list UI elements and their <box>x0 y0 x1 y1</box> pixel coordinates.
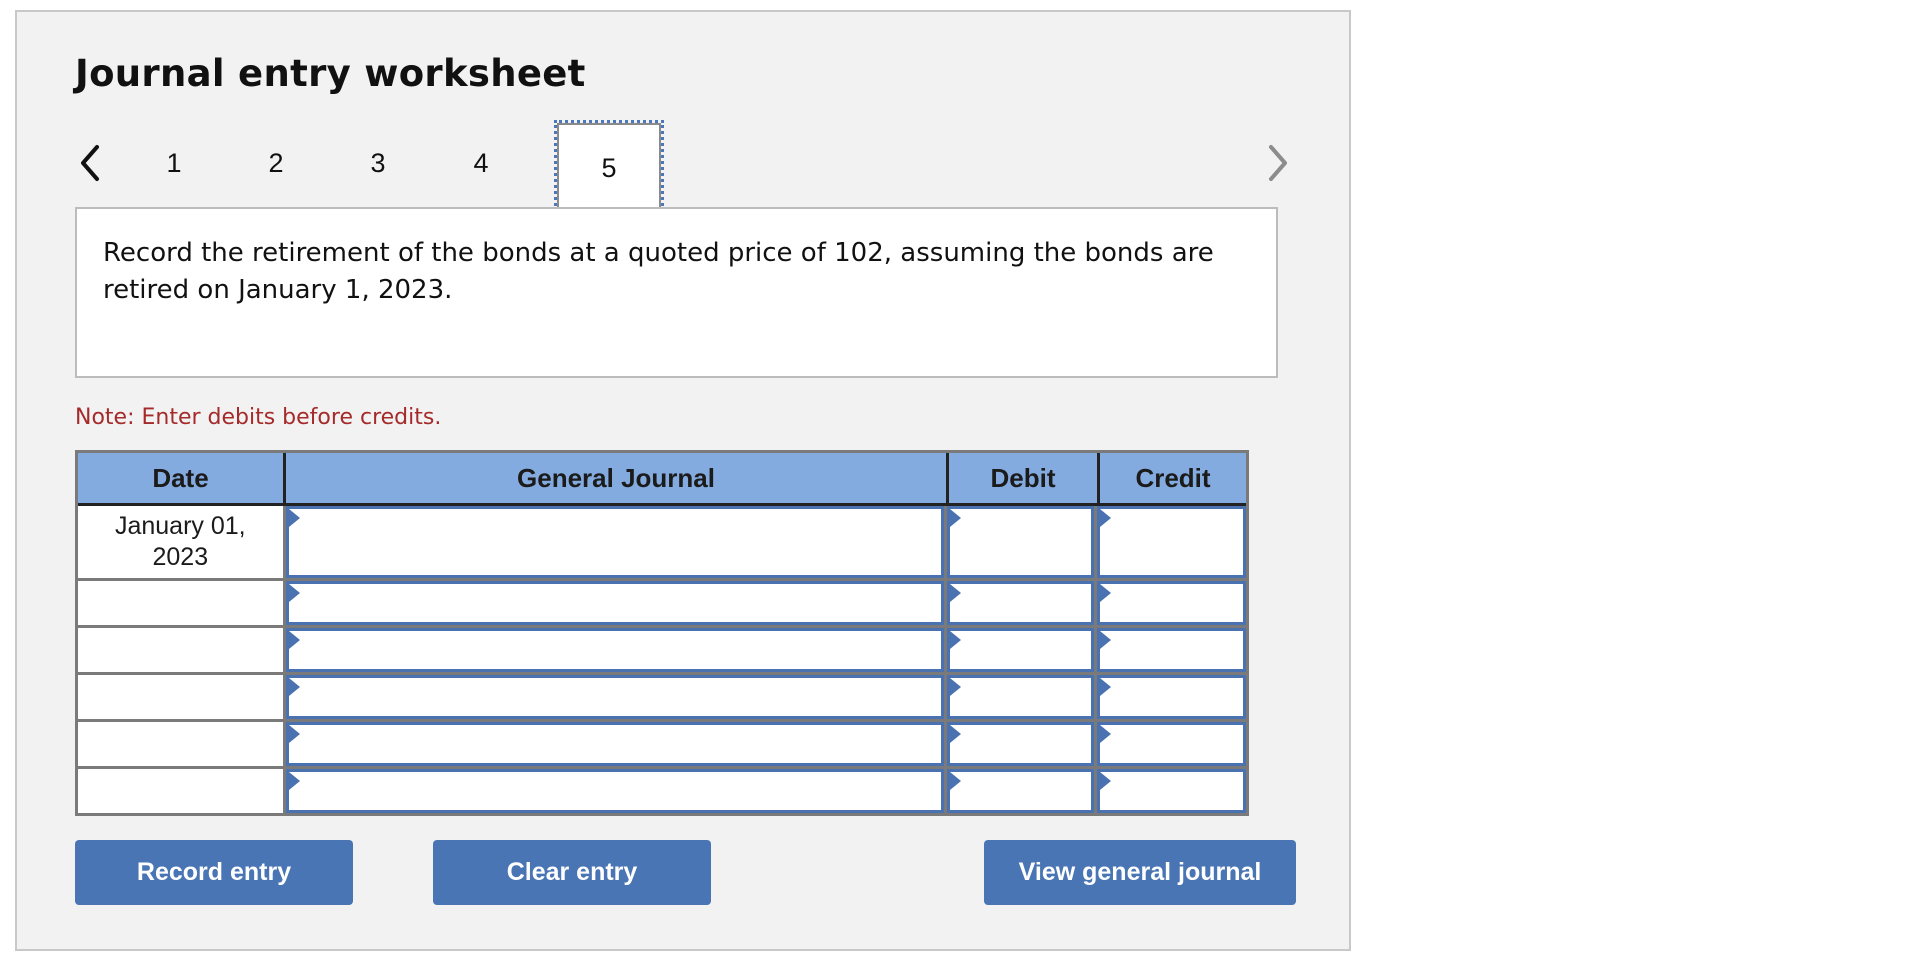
header-credit: Credit <box>1097 453 1246 503</box>
debit-input[interactable] <box>946 506 1095 578</box>
journal-table: Date General Journal Debit Credit Januar… <box>75 450 1249 816</box>
cell-indicator-icon <box>288 631 300 649</box>
cell-indicator-icon <box>949 509 961 527</box>
table-row <box>78 766 1247 813</box>
cell-indicator-icon <box>949 631 961 649</box>
cell-indicator-icon <box>288 509 300 527</box>
chevron-left-icon <box>81 145 99 181</box>
cell-indicator-icon <box>1100 772 1112 790</box>
cell-indicator-icon <box>288 584 300 602</box>
step-2-tab[interactable]: 2 <box>246 133 306 193</box>
account-input[interactable] <box>285 628 944 672</box>
date-cell: January 01, 2023 <box>78 506 283 578</box>
cell-indicator-icon <box>1100 678 1112 696</box>
journal-entry-worksheet-panel: Journal entry worksheet 1 2 3 4 5 Record… <box>15 10 1351 951</box>
debit-input[interactable] <box>946 769 1095 813</box>
header-date: Date <box>152 462 209 493</box>
cell-indicator-icon <box>949 584 961 602</box>
chevron-right-icon <box>1269 145 1287 181</box>
table-row <box>78 672 1247 719</box>
date-cell <box>78 581 283 625</box>
header-debit: Debit <box>946 453 1097 503</box>
cell-indicator-icon <box>288 772 300 790</box>
step-1-tab[interactable]: 1 <box>144 133 204 193</box>
cell-indicator-icon <box>949 772 961 790</box>
account-input[interactable] <box>285 769 944 813</box>
cell-indicator-icon <box>288 678 300 696</box>
table-row <box>78 578 1247 625</box>
table-header: Date General Journal Debit Credit <box>78 453 1246 506</box>
date-cell <box>78 722 283 766</box>
cell-indicator-icon <box>1100 509 1112 527</box>
step-4-tab[interactable]: 4 <box>451 133 511 193</box>
view-general-journal-button[interactable]: View general journal <box>984 840 1296 905</box>
table-row <box>78 719 1247 766</box>
debit-input[interactable] <box>946 581 1095 625</box>
cell-indicator-icon <box>949 725 961 743</box>
account-input[interactable] <box>285 506 944 578</box>
credit-input[interactable] <box>1097 722 1247 766</box>
step-3-tab[interactable]: 3 <box>348 133 408 193</box>
header-general-journal: General Journal <box>283 453 946 503</box>
date-cell <box>78 769 283 813</box>
prev-step-button[interactable] <box>75 141 105 185</box>
cell-indicator-icon <box>288 725 300 743</box>
debit-input[interactable] <box>946 722 1095 766</box>
account-input[interactable] <box>285 581 944 625</box>
next-step-button[interactable] <box>1263 141 1293 185</box>
table-row <box>78 625 1247 672</box>
credit-input[interactable] <box>1097 628 1247 672</box>
date-cell <box>78 675 283 719</box>
credit-input[interactable] <box>1097 769 1247 813</box>
cell-indicator-icon <box>1100 725 1112 743</box>
date-cell <box>78 628 283 672</box>
question-prompt: Record the retirement of the bonds at a … <box>75 207 1278 378</box>
table-row: January 01, 2023 <box>78 506 1247 578</box>
debit-input[interactable] <box>946 628 1095 672</box>
credit-input[interactable] <box>1097 506 1247 578</box>
instruction-note: Note: Enter debits before credits. <box>75 405 442 430</box>
cell-indicator-icon <box>1100 631 1112 649</box>
debit-input[interactable] <box>946 675 1095 719</box>
step-5-tab-active[interactable]: 5 <box>554 120 664 212</box>
cell-indicator-icon <box>1100 584 1112 602</box>
page-title: Journal entry worksheet <box>75 52 586 95</box>
clear-entry-button[interactable]: Clear entry <box>433 840 711 905</box>
credit-input[interactable] <box>1097 581 1247 625</box>
cell-indicator-icon <box>949 678 961 696</box>
account-input[interactable] <box>285 675 944 719</box>
record-entry-button[interactable]: Record entry <box>75 840 353 905</box>
credit-input[interactable] <box>1097 675 1247 719</box>
account-input[interactable] <box>285 722 944 766</box>
